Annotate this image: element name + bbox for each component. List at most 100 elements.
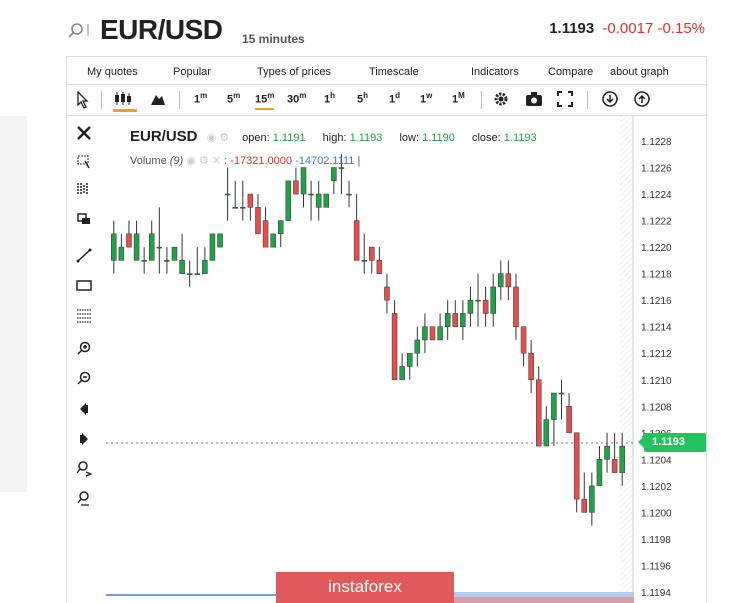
menu-timescale[interactable]: Timescale — [369, 66, 419, 78]
copy-tool-icon[interactable] — [75, 210, 93, 228]
rectangle-tool-icon[interactable] — [75, 276, 93, 294]
menu-about-graph[interactable]: about graph — [610, 66, 669, 78]
candlestick-chart[interactable]: 1.1228 1.1226 1.1224 1.1222 1.1220 1.1218 1.12… — [106, 116, 707, 603]
candle-body — [255, 207, 261, 235]
candle-body — [551, 392, 557, 420]
fibonacci-tool-icon[interactable] — [75, 306, 93, 324]
candle-body — [156, 246, 163, 249]
toolbar: 1m 5m 15m 30m 1h 5h 1d 1w 1M — [66, 84, 707, 116]
eye-icon[interactable]: ◉ ⚙ — [207, 132, 230, 144]
menu-types-of-prices[interactable]: Types of prices — [257, 66, 331, 78]
y-tick-label: 1.1200 — [641, 508, 672, 519]
upload-icon[interactable] — [633, 91, 651, 107]
current-price-tag: 1.1193 — [638, 433, 706, 452]
area-type-icon[interactable] — [150, 92, 166, 106]
candle-body — [202, 260, 208, 274]
tf-1h[interactable]: 1h — [324, 91, 335, 106]
header: EUR/USD 15 minutes 1.1193 -0.0017 -0.15% — [0, 0, 729, 56]
scroll-left-icon[interactable] — [75, 400, 93, 418]
menu-my-quotes[interactable]: My quotes — [87, 66, 138, 78]
candle-body — [194, 273, 201, 275]
fullscreen-icon[interactable] — [557, 91, 573, 107]
candle-body — [171, 246, 178, 261]
candle-body — [528, 352, 534, 381]
tf-1d[interactable]: 1d — [389, 91, 400, 106]
toolbar-separator — [481, 91, 482, 109]
menu-compare[interactable]: Compare — [548, 66, 593, 78]
tf-5h[interactable]: 5h — [357, 91, 368, 106]
y-tick-label: 1.1198 — [641, 535, 671, 546]
candle-body — [604, 445, 610, 460]
candle-body — [300, 167, 307, 195]
zoom-fit-icon[interactable] — [75, 490, 93, 508]
download-icon[interactable] — [601, 91, 619, 107]
candle-body — [217, 233, 223, 248]
candle-body — [498, 273, 504, 288]
scroll-right-icon[interactable] — [75, 430, 93, 448]
candle-body — [247, 193, 254, 208]
volume-period: (9) — [169, 155, 184, 167]
candle-body — [406, 352, 413, 367]
candle-body — [460, 313, 466, 327]
tf-30m[interactable]: 30m — [287, 91, 306, 106]
search-icon[interactable] — [68, 22, 90, 38]
candle-body — [315, 193, 322, 208]
y-tick-label: 1.1202 — [641, 482, 672, 493]
y-tick-label: 1.1210 — [641, 376, 672, 387]
toolbar-separator — [587, 91, 588, 109]
close-icon[interactable] — [75, 124, 93, 142]
candle-body — [589, 485, 595, 513]
candlestick-type-icon[interactable] — [113, 90, 137, 112]
tf-1m[interactable]: 1m — [194, 91, 207, 106]
menu-bar: My quotes Popular Types of prices Timesc… — [66, 56, 707, 84]
candle-body — [376, 260, 383, 274]
y-tick-label: 1.1204 — [641, 455, 672, 466]
candle-body — [118, 246, 125, 261]
cursor-icon[interactable] — [76, 91, 90, 109]
candle-body — [414, 339, 421, 354]
candle-body — [331, 167, 337, 182]
zoom-in-icon[interactable] — [75, 340, 93, 358]
tf-1w[interactable]: 1w — [420, 91, 432, 106]
candle-body — [186, 273, 193, 275]
tf-15m[interactable]: 15m — [255, 91, 275, 110]
tf-5m[interactable]: 5m — [227, 91, 240, 106]
volume-value-1: -17321.0000 — [230, 155, 293, 167]
volume-eye-icon[interactable]: ◉ ⚙ ✕ — [186, 155, 221, 167]
candle-body — [581, 498, 588, 513]
volume-value-2: -14702.1111 — [295, 155, 355, 167]
tf-1M[interactable]: 1M — [452, 91, 465, 106]
y-tick-label: 1.1208 — [641, 402, 672, 413]
candle-body — [277, 220, 284, 235]
ohlc-legend: EUR/USD ◉ ⚙ open: 1.1191 high: 1.1193 lo… — [130, 128, 551, 145]
zoom-out-icon[interactable] — [75, 370, 93, 388]
select-tool-icon[interactable] — [75, 152, 93, 170]
candle-body — [520, 326, 527, 354]
camera-icon[interactable] — [525, 91, 543, 107]
y-axis-ticks: 1.1228 1.1226 1.1224 1.1222 1.1220 1.1218 1.12… — [641, 137, 672, 599]
candle-body — [543, 419, 550, 447]
candle-body — [513, 286, 519, 327]
settings-gear-icon[interactable] — [493, 91, 509, 107]
page-title: EUR/USD — [100, 14, 223, 45]
trendline-tool-icon[interactable] — [75, 246, 93, 264]
candle-body — [164, 260, 170, 262]
candle-body — [467, 299, 474, 314]
y-tick-label: 1.1214 — [641, 323, 672, 334]
candle-body — [482, 299, 489, 314]
candle-body — [111, 233, 117, 261]
future-hatch — [620, 116, 633, 603]
interval-label: 15 minutes — [242, 32, 305, 46]
chart-area[interactable]: 1.1228 1.1226 1.1224 1.1222 1.1220 1.1218 1.12… — [106, 116, 707, 603]
candle-body — [399, 366, 405, 381]
candle-body — [490, 286, 496, 314]
candle-body — [338, 167, 345, 169]
menu-popular[interactable]: Popular — [173, 66, 211, 78]
candle-body — [611, 459, 618, 473]
magnet-tool-icon[interactable] — [75, 180, 93, 198]
low-label: low: — [399, 132, 420, 144]
close-label: close: — [471, 132, 501, 144]
zoom-reset-icon[interactable] — [75, 460, 93, 478]
quote-change-pct: -0.15% — [657, 20, 705, 37]
menu-indicators[interactable]: Indicators — [471, 66, 519, 78]
